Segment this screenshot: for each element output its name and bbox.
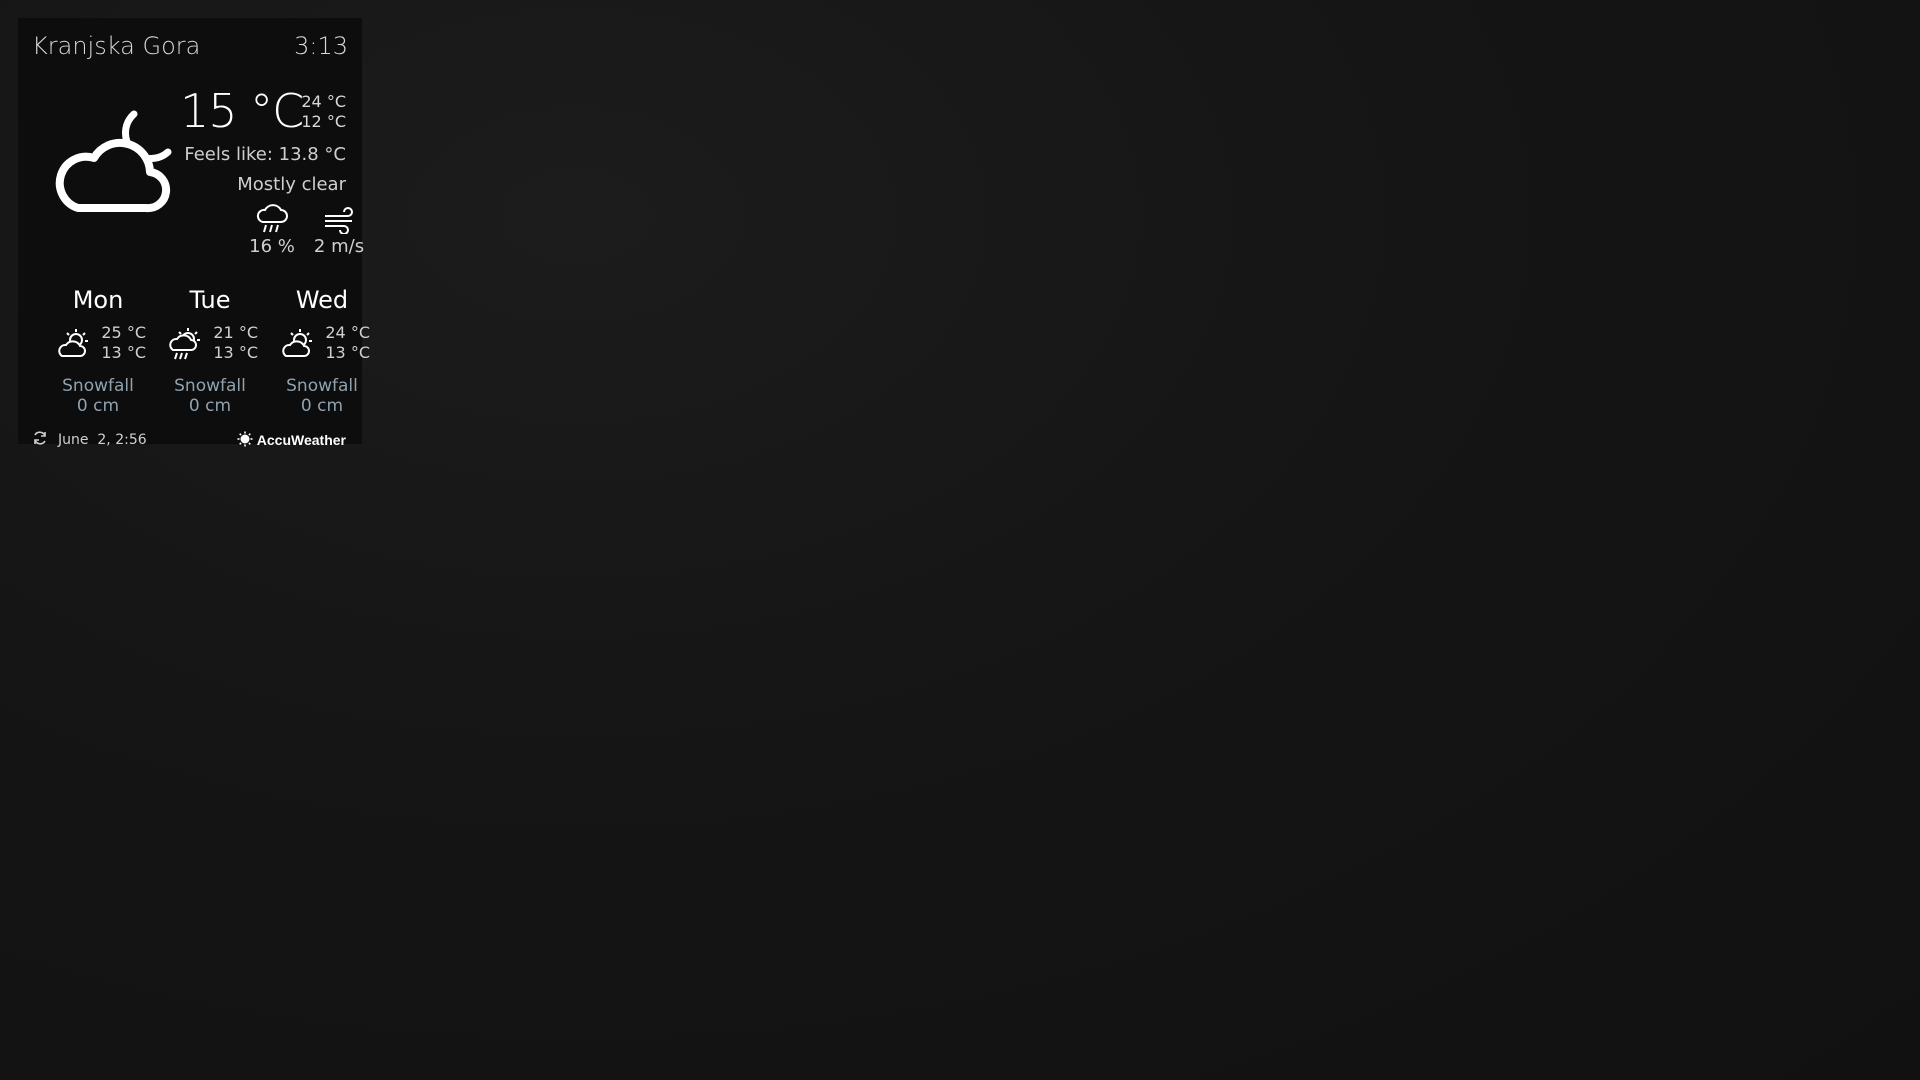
forecast-high: 24 °C	[325, 323, 370, 342]
forecast-day-name: Mon	[72, 286, 124, 314]
snowfall-value: 0 cm	[188, 396, 232, 416]
forecast-day: Tue 21 °C 13 °C Snowfall 0 cm	[158, 284, 262, 416]
location-name: Kranjska Gora	[32, 32, 201, 60]
last-updated: June 2, 2:56	[58, 432, 147, 448]
desktop-background: Kranjska Gora 3:13 15 °C 24 °C 12 °C Fee…	[0, 0, 1920, 1080]
wind-stat: 2 m/s	[304, 204, 374, 257]
forecast-low: 13 °C	[213, 343, 258, 362]
snowfall-value: 0 cm	[300, 396, 344, 416]
precipitation-stat: 16 %	[237, 204, 307, 257]
current-high-low: 24 °C 12 °C	[301, 92, 346, 132]
rain-icon	[237, 204, 307, 234]
current-temperature: 15 °C	[180, 84, 304, 138]
weather-widget: Kranjska Gora 3:13 15 °C 24 °C 12 °C Fee…	[18, 18, 370, 448]
sun-rain-icon	[168, 328, 204, 360]
precipitation-value: 16 %	[249, 236, 295, 257]
snowfall-label: Snowfall	[62, 376, 134, 396]
current-high: 24 °C	[301, 92, 346, 111]
forecast-day-name: Tue	[189, 286, 231, 314]
partly-sunny-icon	[280, 328, 316, 360]
forecast-low: 13 °C	[101, 343, 146, 362]
snowfall-label: Snowfall	[286, 376, 358, 396]
snowfall-value: 0 cm	[76, 396, 120, 416]
forecast-day-name: Wed	[295, 286, 349, 314]
current-low: 12 °C	[301, 112, 346, 131]
widget-footer: June 2, 2:56 AccuWeather	[32, 428, 346, 452]
snowfall-label: Snowfall	[174, 376, 246, 396]
widget-header: Kranjska Gora 3:13	[32, 26, 348, 66]
provider-logo: AccuWeather	[237, 431, 346, 450]
condition-text: Mostly clear	[237, 174, 346, 195]
forecast-low: 13 °C	[325, 343, 370, 362]
wind-icon	[304, 204, 374, 234]
provider-name: AccuWeather	[256, 432, 346, 448]
forecast-high: 25 °C	[101, 323, 146, 342]
sun-logo-icon	[237, 431, 253, 450]
cloud-moon-icon	[46, 96, 176, 226]
feels-like: Feels like: 13.8 °C	[184, 144, 346, 165]
current-time: 3:13	[294, 32, 348, 60]
wind-value: 2 m/s	[313, 236, 365, 257]
partly-sunny-icon	[56, 328, 92, 360]
forecast-high: 21 °C	[213, 323, 258, 342]
forecast-day: Wed 24 °C 13 °C Snowfall 0 cm	[270, 284, 374, 416]
forecast-day: Mon 25 °C 13 °C Snowfall 0 cm	[46, 284, 150, 416]
refresh-icon[interactable]	[32, 430, 48, 450]
